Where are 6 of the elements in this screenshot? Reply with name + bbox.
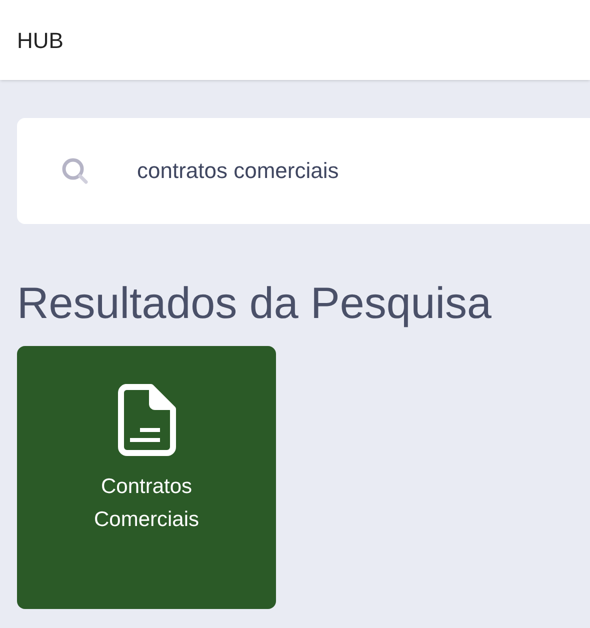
document-icon: [118, 384, 176, 456]
search-icon: [61, 157, 89, 185]
app-title: HUB: [17, 26, 64, 54]
results-heading: Resultados da Pesquisa: [17, 278, 493, 330]
result-tile[interactable]: Contratos Comerciais: [17, 346, 276, 609]
search-field[interactable]: contratos comerciais: [17, 118, 590, 224]
